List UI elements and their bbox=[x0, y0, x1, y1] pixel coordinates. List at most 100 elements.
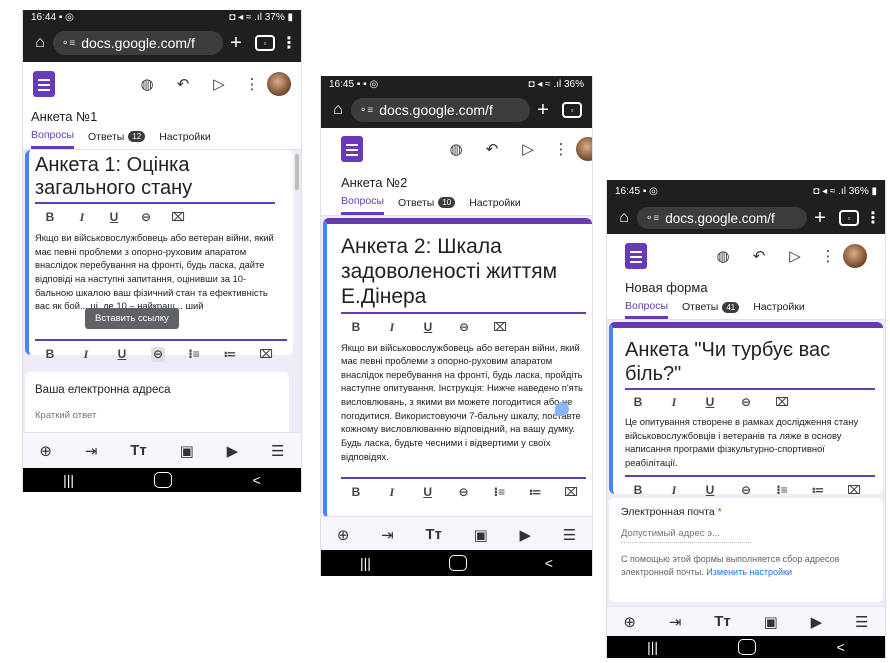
add-video-icon[interactable]: ▶ bbox=[811, 613, 823, 631]
home-icon[interactable]: ⌂ bbox=[325, 101, 351, 119]
tab-responses[interactable]: Ответы 12 bbox=[88, 129, 146, 149]
bold-button[interactable]: B bbox=[349, 320, 363, 335]
clear-format-icon[interactable]: ⌧ bbox=[775, 395, 789, 410]
tab-switcher-icon[interactable]: ▫ bbox=[255, 35, 275, 51]
add-section-icon[interactable]: ☰ bbox=[563, 526, 576, 544]
more-vert-icon[interactable]: ⋮ bbox=[281, 33, 297, 53]
italic-button[interactable]: I bbox=[75, 210, 89, 225]
bold-button[interactable]: B bbox=[43, 210, 57, 225]
italic-button[interactable]: I bbox=[79, 347, 93, 362]
link-icon[interactable]: ⊖ bbox=[139, 210, 153, 225]
import-questions-icon[interactable]: ⇥ bbox=[669, 613, 682, 631]
scrollbar[interactable] bbox=[295, 154, 299, 190]
clear-format-icon[interactable]: ⌧ bbox=[493, 320, 507, 335]
add-section-icon[interactable]: ☰ bbox=[855, 613, 868, 631]
add-section-icon[interactable]: ☰ bbox=[271, 442, 284, 460]
site-settings-icon[interactable]: ⚬≡ bbox=[61, 38, 75, 49]
avatar[interactable] bbox=[267, 72, 291, 96]
email-label[interactable]: Электронная почта bbox=[621, 506, 715, 518]
numbered-list-icon[interactable]: ⁝≡ bbox=[187, 347, 201, 362]
recent-apps-icon[interactable]: ||| bbox=[360, 555, 371, 571]
new-tab-icon[interactable]: + bbox=[530, 99, 556, 122]
text-cursor-handle[interactable] bbox=[555, 402, 569, 416]
palette-icon[interactable]: ◍ bbox=[438, 140, 474, 158]
tab-switcher-icon[interactable]: ▫ bbox=[562, 102, 582, 118]
undo-icon[interactable]: ↶ bbox=[165, 75, 201, 93]
tab-questions[interactable]: Вопросы bbox=[31, 129, 75, 149]
form-description[interactable]: Це опитування створене в рамках дослідже… bbox=[625, 415, 875, 477]
site-settings-icon[interactable]: ⚬≡ bbox=[645, 213, 659, 224]
clear-format-icon[interactable]: ⌧ bbox=[847, 483, 861, 498]
bold-button[interactable]: B bbox=[43, 347, 57, 362]
tab-switcher-icon[interactable]: ▫ bbox=[839, 210, 859, 226]
more-vert-icon[interactable]: ⋮ bbox=[813, 247, 843, 265]
address-bar[interactable]: ⚬≡ docs.google.com/f bbox=[637, 207, 807, 229]
add-video-icon[interactable]: ▶ bbox=[519, 526, 531, 544]
recent-apps-icon[interactable]: ||| bbox=[63, 472, 74, 488]
google-forms-icon[interactable] bbox=[33, 71, 55, 97]
tab-settings[interactable]: Настройки bbox=[753, 300, 805, 319]
link-icon[interactable]: ⊖ bbox=[739, 395, 753, 410]
question-title[interactable]: Ваша електронна адреса bbox=[35, 384, 279, 396]
italic-button[interactable]: I bbox=[667, 395, 681, 410]
add-image-icon[interactable]: ▣ bbox=[180, 442, 194, 460]
underline-button[interactable]: U bbox=[421, 485, 435, 500]
underline-button[interactable]: U bbox=[107, 210, 121, 225]
send-icon[interactable]: ▷ bbox=[777, 247, 813, 265]
tab-settings[interactable]: Настройки bbox=[159, 129, 211, 149]
link-icon[interactable]: ⊖ bbox=[151, 347, 165, 362]
home-button-icon[interactable] bbox=[154, 472, 173, 488]
underline-button[interactable]: U bbox=[703, 395, 717, 410]
back-icon[interactable]: < bbox=[837, 639, 845, 655]
link-icon[interactable]: ⊖ bbox=[457, 485, 471, 500]
site-settings-icon[interactable]: ⚬≡ bbox=[359, 105, 373, 116]
avatar[interactable] bbox=[576, 137, 592, 161]
address-bar[interactable]: ⚬≡ docs.google.com/f bbox=[351, 98, 530, 122]
form-heading[interactable]: Анкета 1: Оцінка загального стану bbox=[35, 154, 275, 204]
tab-responses[interactable]: Ответы 10 bbox=[398, 195, 456, 215]
tab-responses[interactable]: Ответы 41 bbox=[682, 300, 740, 319]
numbered-list-icon[interactable]: ⁝≡ bbox=[492, 485, 506, 500]
palette-icon[interactable]: ◍ bbox=[129, 75, 165, 93]
link-icon[interactable]: ⊖ bbox=[457, 320, 471, 335]
clear-format-icon[interactable]: ⌧ bbox=[259, 347, 273, 362]
form-title[interactable]: Новая форма bbox=[607, 278, 885, 298]
send-icon[interactable]: ▷ bbox=[510, 140, 546, 158]
new-tab-icon[interactable]: + bbox=[223, 32, 249, 55]
more-vert-icon[interactable]: ⋮ bbox=[237, 75, 267, 93]
address-bar[interactable]: ⚬≡ docs.google.com/f bbox=[53, 31, 223, 55]
numbered-list-icon[interactable]: ⁝≡ bbox=[775, 483, 789, 498]
form-heading[interactable]: Анкета 2: Шкала задоволеності життям Е.Д… bbox=[341, 234, 586, 314]
undo-icon[interactable]: ↶ bbox=[741, 247, 777, 265]
add-question-icon[interactable]: ⊕ bbox=[623, 613, 636, 631]
underline-button[interactable]: U bbox=[703, 483, 717, 498]
home-button-icon[interactable] bbox=[448, 555, 467, 571]
add-question-icon[interactable]: ⊕ bbox=[39, 442, 52, 460]
back-icon[interactable]: < bbox=[545, 555, 553, 571]
tab-questions[interactable]: Вопросы bbox=[625, 300, 669, 319]
underline-button[interactable]: U bbox=[115, 347, 129, 362]
bulleted-list-icon[interactable]: ≔ bbox=[223, 347, 237, 362]
import-questions-icon[interactable]: ⇥ bbox=[381, 526, 394, 544]
add-title-icon[interactable]: Tт bbox=[425, 526, 442, 543]
clear-format-icon[interactable]: ⌧ bbox=[564, 485, 578, 500]
italic-button[interactable]: I bbox=[667, 483, 681, 498]
add-title-icon[interactable]: Tт bbox=[714, 613, 731, 630]
palette-icon[interactable]: ◍ bbox=[705, 247, 741, 265]
form-description[interactable]: Якщо ви військовослужбовець або ветеран … bbox=[341, 341, 586, 479]
more-vert-icon[interactable]: ⋮ bbox=[546, 140, 576, 158]
bold-button[interactable]: B bbox=[631, 483, 645, 498]
change-settings-link[interactable]: Изменить настройки bbox=[706, 567, 792, 577]
form-title[interactable]: Анкета №1 bbox=[23, 106, 301, 126]
add-image-icon[interactable]: ▣ bbox=[764, 613, 778, 631]
add-title-icon[interactable]: Tт bbox=[130, 442, 147, 459]
form-heading[interactable]: Анкета "Чи турбує вас біль?" bbox=[625, 338, 875, 390]
more-vert-icon[interactable]: ⋮ bbox=[865, 208, 881, 228]
back-icon[interactable]: < bbox=[253, 472, 261, 488]
import-questions-icon[interactable]: ⇥ bbox=[85, 442, 98, 460]
send-icon[interactable]: ▷ bbox=[201, 75, 237, 93]
bulleted-list-icon[interactable]: ≔ bbox=[811, 483, 825, 498]
bold-button[interactable]: B bbox=[631, 395, 645, 410]
add-image-icon[interactable]: ▣ bbox=[474, 526, 488, 544]
add-question-icon[interactable]: ⊕ bbox=[337, 526, 350, 544]
